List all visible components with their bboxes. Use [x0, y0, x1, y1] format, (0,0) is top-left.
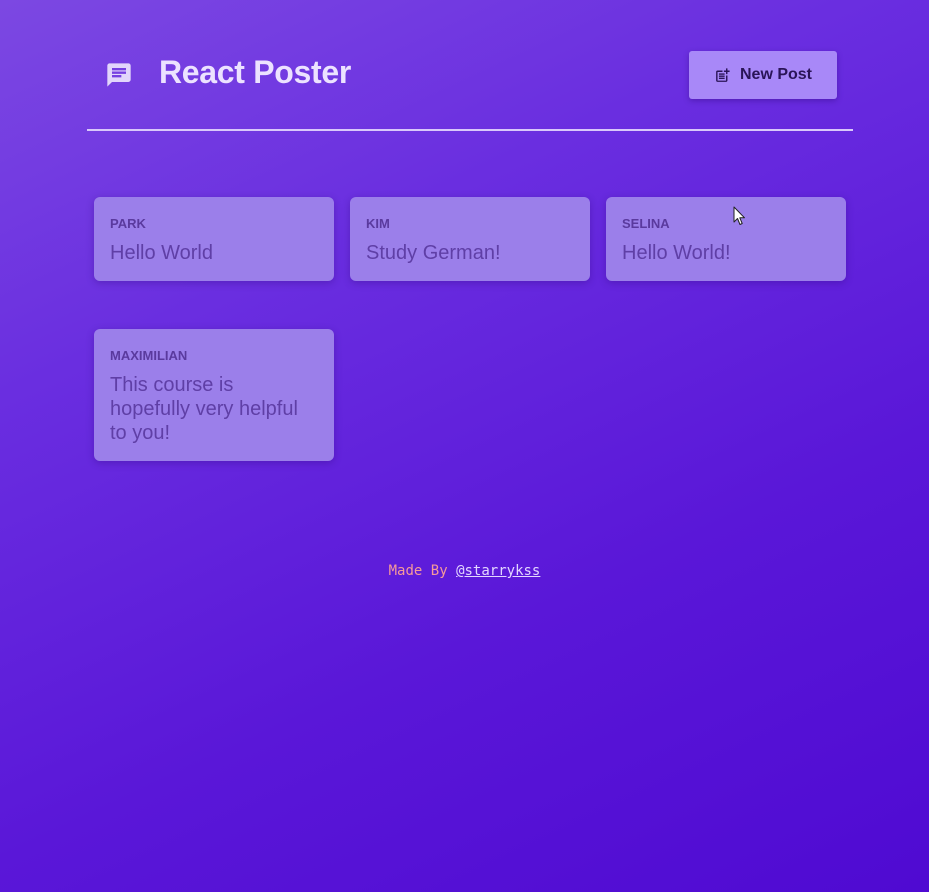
new-post-label: New Post	[739, 66, 812, 83]
post-card: SELINA Hello World!	[606, 197, 846, 281]
post-author: MAXIMILIAN	[110, 348, 188, 363]
page-header: React Poster New Post	[87, 0, 853, 131]
post-author: KIM	[366, 216, 390, 231]
post-body: Hello World!	[622, 242, 731, 264]
author-link[interactable]: @starrykss	[456, 563, 540, 579]
post-card: MAXIMILIAN This course is hopefully very…	[94, 329, 334, 461]
post-body: Hello World	[110, 242, 213, 264]
post-card: PARK Hello World	[94, 197, 334, 281]
new-post-button[interactable]: New Post	[689, 51, 837, 99]
post-card: KIM Study German!	[350, 197, 590, 281]
footer: Made By @starrykss	[0, 561, 929, 581]
post-author: SELINA	[622, 216, 670, 231]
app-title: React Poster	[159, 54, 352, 90]
post-author: PARK	[110, 216, 146, 231]
mouse-cursor-icon	[733, 206, 745, 225]
post-add-icon	[716, 67, 730, 82]
message-icon	[107, 63, 131, 87]
post-body: Study German!	[366, 242, 501, 264]
made-by-text: Made By	[388, 563, 448, 579]
post-body: This course is hopefully very helpful to…	[110, 374, 298, 444]
